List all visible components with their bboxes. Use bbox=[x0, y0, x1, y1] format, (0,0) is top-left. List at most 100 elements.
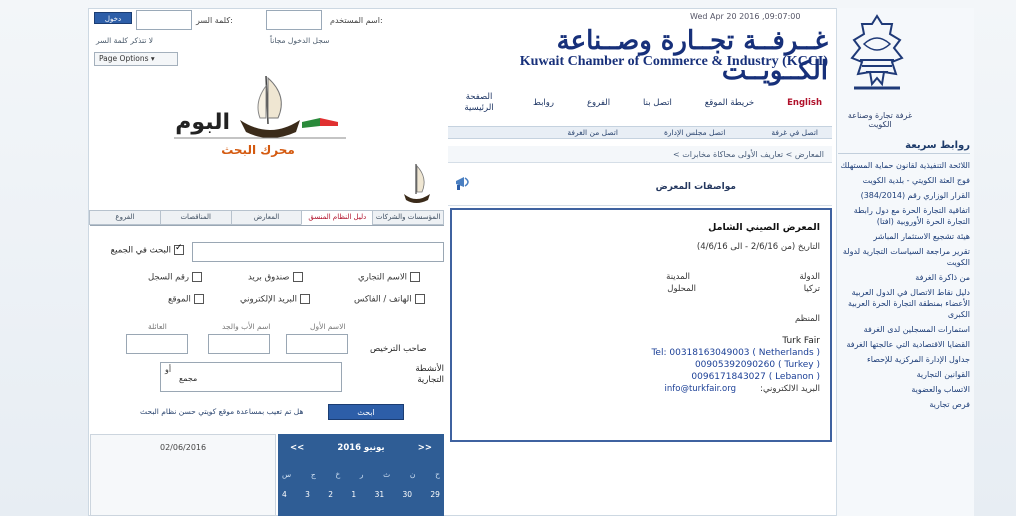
city-label: المدينة bbox=[666, 272, 690, 282]
calendar-prev-button[interactable]: << bbox=[290, 443, 304, 453]
search-tabs: المؤسسات والشركات دليل النظام المنسق الم… bbox=[89, 210, 444, 226]
search-engine-label: محرك البحث bbox=[221, 143, 295, 157]
country-value: تركيا bbox=[803, 284, 820, 294]
checkbox-email[interactable]: البريد الإلكتروني bbox=[240, 294, 311, 305]
search-all-checkbox[interactable]: البحث في الجميع bbox=[90, 243, 184, 256]
quick-link[interactable]: اتفاقية التجارة الحرة مع دول رابطة التجا… bbox=[840, 205, 970, 227]
checkbox-trade-name[interactable]: الاسم التجاري bbox=[358, 272, 421, 283]
calendar-day[interactable]: 1 bbox=[351, 490, 356, 499]
boat-icon bbox=[404, 164, 430, 203]
page-options-dropdown[interactable]: Page Options ▾ bbox=[94, 52, 178, 66]
tab-tenders[interactable]: المناقصات bbox=[159, 210, 232, 225]
quick-link[interactable]: هيئة تشجيع الاستثمار المباشر bbox=[840, 231, 970, 242]
calendar-next-button[interactable]: >> bbox=[418, 443, 432, 453]
organizer-name: Turk Fair bbox=[782, 336, 820, 346]
activity-selected: مجمع bbox=[179, 374, 198, 383]
calendar-day[interactable]: 2 bbox=[328, 490, 333, 499]
weekday: خ bbox=[335, 470, 341, 479]
checkbox-label: رقم السجل bbox=[148, 272, 189, 283]
section-title: مواصفات المعرض bbox=[655, 182, 736, 192]
calendar-day[interactable]: 3 bbox=[305, 490, 310, 499]
tab-branches[interactable]: الفروع bbox=[89, 210, 161, 225]
quick-links-list: اللائحة التنفيذية لقانون حماية المستهلك … bbox=[840, 160, 970, 414]
breadcrumb: المعارض > تعاريف الأولى محاكاة مخابرات > bbox=[448, 146, 832, 163]
calendar-day[interactable]: 30 bbox=[402, 490, 412, 499]
kcci-logo bbox=[850, 14, 904, 90]
weekday: ن bbox=[409, 470, 416, 479]
quick-link[interactable]: من ذاكرة الغرفة bbox=[840, 272, 970, 283]
exhibition-details: المعرض الصيني الشامل التاريخ (من 2/6/16 … bbox=[450, 208, 832, 442]
register-link[interactable]: سجل الدخول مجاناً bbox=[270, 36, 329, 45]
family-name-field[interactable] bbox=[126, 334, 188, 354]
calendar-day[interactable]: 31 bbox=[375, 490, 385, 499]
weekday: ح bbox=[435, 470, 440, 479]
weekday: س bbox=[282, 470, 292, 479]
forgot-password-link[interactable]: لا تتذكر كلمة السر bbox=[96, 36, 153, 45]
username-field[interactable] bbox=[266, 10, 322, 30]
search-row: البحث في الجميع bbox=[90, 240, 444, 262]
boom-logo-word: البوم bbox=[175, 110, 230, 135]
nav-sitemap[interactable]: خريطة الموقع bbox=[705, 98, 754, 109]
nav-branches[interactable]: الفروع bbox=[587, 98, 610, 109]
login-button[interactable]: دخول bbox=[94, 12, 132, 24]
logo-caption: غرفة تجارة وصناعة الكويت bbox=[847, 111, 913, 129]
quick-links-title: روابط سريعة bbox=[838, 140, 970, 154]
bottom-date: 02/06/2016 bbox=[160, 443, 207, 452]
email-label: البريد الالكتروني: bbox=[760, 384, 820, 394]
first-name-field[interactable] bbox=[286, 334, 348, 354]
country-label: الدولة bbox=[799, 272, 820, 282]
search-help-link[interactable]: هل تم تعيب بمساعدة موقع كويتي حسن نظام ا… bbox=[140, 407, 303, 416]
calendar-day[interactable]: 4 bbox=[282, 490, 287, 499]
search-button[interactable]: ابحث bbox=[328, 404, 404, 420]
checkbox-po-box[interactable]: صندوق بريد bbox=[248, 272, 303, 283]
quick-link[interactable]: اللائحة التنفيذية لقانون حماية المستهلك bbox=[840, 160, 970, 171]
search-all-label: البحث في الجميع bbox=[110, 245, 171, 256]
father-name-label: اسم الأب والجد bbox=[222, 322, 271, 331]
checkbox-label: الهاتف / الفاكس bbox=[354, 294, 412, 305]
quick-link[interactable]: فوج العثة الكويتي - بلدية الكويت bbox=[840, 175, 970, 186]
current-date: Wed Apr 20 2016 ,09:07:00 bbox=[690, 12, 801, 21]
quick-link[interactable]: استمارات المسجلين لدى الغرفة bbox=[840, 324, 970, 335]
quick-link[interactable]: القضايا الاقتصادية التي عالجتها الغرفة bbox=[840, 339, 970, 350]
weekday: ج bbox=[310, 470, 316, 479]
calendar-weekdays: س ج خ ر ث ن ح bbox=[282, 470, 440, 479]
calendar: << يونيو 2016 >> س ج خ ر ث ن ح 4 3 2 1 3… bbox=[278, 434, 444, 516]
checkbox-register-no[interactable]: رقم السجل bbox=[148, 272, 202, 283]
search-input[interactable] bbox=[192, 242, 444, 262]
nav-contact[interactable]: اتصل بنا bbox=[643, 98, 672, 109]
nav-links[interactable]: روابط bbox=[533, 98, 554, 109]
tab-hs-code[interactable]: دليل النظام المنسق bbox=[301, 210, 374, 225]
weekday: ر bbox=[359, 470, 364, 479]
quick-link[interactable]: دليل نقاط الاتصال في الدول العربية الأعض… bbox=[840, 287, 970, 320]
tab-companies[interactable]: المؤسسات والشركات bbox=[372, 210, 444, 225]
nav-home[interactable]: الصفحة الرئيسية bbox=[458, 92, 500, 114]
calendar-week: 4 3 2 1 31 30 29 bbox=[282, 490, 440, 499]
password-field[interactable] bbox=[136, 10, 192, 30]
quick-link[interactable]: القرار الوزاري رقم (384/2014) bbox=[840, 190, 970, 201]
organizer-label: المنظم bbox=[794, 314, 820, 324]
calendar-header: << يونيو 2016 >> bbox=[278, 440, 444, 456]
quick-link[interactable]: فرص تجارية bbox=[840, 399, 970, 410]
calendar-day[interactable]: 29 bbox=[430, 490, 440, 499]
nav-english[interactable]: English bbox=[787, 98, 822, 109]
subnav-item[interactable]: اتصل من الغرفة bbox=[567, 128, 618, 137]
quick-link[interactable]: تقرير مراجعة السياسات التجارية لدولة الك… bbox=[840, 246, 970, 268]
tab-exhibitions[interactable]: المعارض bbox=[230, 210, 303, 225]
checkbox-phone-fax[interactable]: الهاتف / الفاكس bbox=[354, 294, 425, 305]
activities-list[interactable]: أو مجمع bbox=[160, 362, 342, 392]
city-value: المحلول bbox=[667, 284, 696, 294]
checkbox-website[interactable]: الموقع bbox=[168, 294, 204, 305]
quick-link[interactable]: القوانين التجارية bbox=[840, 369, 970, 380]
calendar-month-label: يونيو 2016 bbox=[337, 443, 385, 453]
site-title-english: Kuwait Chamber of Commerce & Industry (K… bbox=[519, 54, 828, 69]
email-link[interactable]: info@turkfair.org bbox=[665, 384, 737, 394]
subnav-item[interactable]: اتصل في غرفة bbox=[771, 128, 818, 137]
first-name-label: الاسم الأول bbox=[310, 322, 346, 331]
checkbox-label: الاسم التجاري bbox=[358, 272, 408, 283]
quick-link[interactable]: الاتساب والعضوية bbox=[840, 384, 970, 395]
quick-link[interactable]: جداول الإدارة المركزية للإحصاء bbox=[840, 354, 970, 365]
phone-3: 0096171843027 ( Lebanon ) bbox=[691, 372, 820, 382]
father-name-field[interactable] bbox=[208, 334, 270, 354]
boom-logo: البوم محرك البحث bbox=[174, 75, 346, 157]
subnav-item[interactable]: اتصل مجلس الإدارة bbox=[664, 128, 725, 137]
